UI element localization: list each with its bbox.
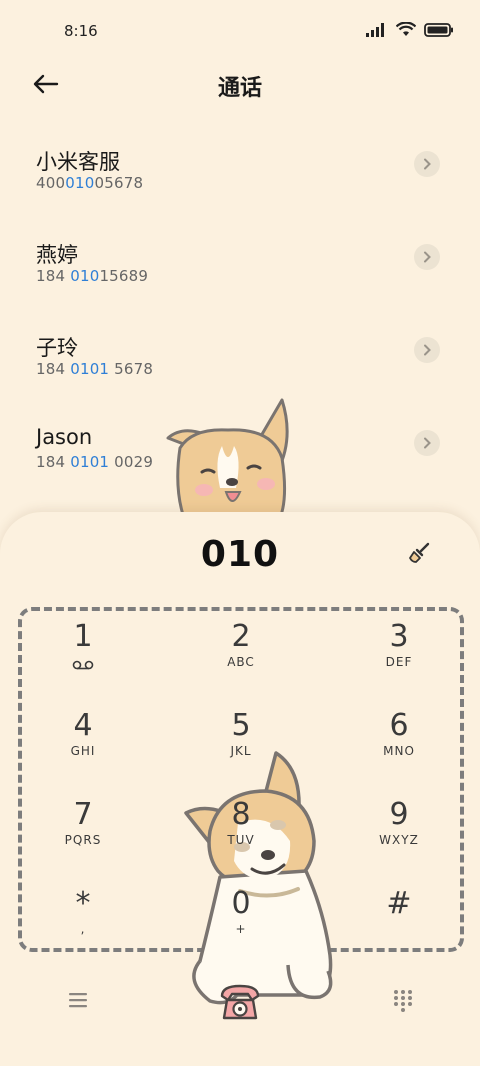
key-digit: 4 [73, 708, 93, 743]
key-letters: GHI [70, 744, 96, 758]
brush-clear-icon [409, 542, 430, 563]
bottom-nav [0, 962, 480, 1042]
phone-call-icon[interactable] [218, 980, 262, 1024]
key-3[interactable]: 3 DEF [344, 619, 454, 699]
battery-icon [424, 22, 453, 37]
chevron-right-icon [424, 251, 431, 263]
key-digit: 3 [389, 619, 409, 654]
key-digit: 6 [389, 708, 409, 743]
contact-name: 子玲 [36, 336, 78, 360]
key-5[interactable]: 5 JKL [186, 708, 296, 788]
signal-icon [366, 22, 384, 37]
chevron-right-icon [424, 437, 431, 449]
key-digit: * [75, 886, 91, 921]
key-letters: ABC [227, 655, 255, 669]
voicemail-icon [72, 660, 94, 670]
contact-name: 小米客服 [36, 150, 120, 174]
keypad-icon[interactable] [392, 988, 414, 1012]
key-digit: # [386, 886, 412, 921]
wifi-icon [396, 22, 416, 36]
contact-details-button[interactable] [414, 337, 440, 363]
chevron-right-icon [424, 344, 431, 356]
menu-icon[interactable] [66, 990, 90, 1010]
contact-number: 40001005678 [36, 174, 144, 192]
page-title: 通话 [217, 76, 262, 101]
key-letters: WXYZ [379, 833, 419, 847]
key-8[interactable]: 8 TUV [186, 797, 296, 877]
contact-details-button[interactable] [414, 430, 440, 456]
key-digit: 1 [73, 619, 93, 654]
key-6[interactable]: 6 MNO [344, 708, 454, 788]
key-hash[interactable]: # [344, 886, 454, 966]
chevron-right-icon [424, 158, 431, 170]
clear-button[interactable] [406, 540, 432, 566]
key-9[interactable]: 9 WXYZ [344, 797, 454, 877]
key-digit: 0 [231, 886, 251, 921]
key-letters: + [235, 922, 247, 936]
status-time: 8:16 [64, 22, 98, 40]
key-digit: 5 [231, 708, 251, 743]
header: 通话 [0, 62, 480, 106]
contact-details-button[interactable] [414, 244, 440, 270]
contact-item[interactable]: 子玲 184 0101 5678 [0, 316, 480, 409]
key-letters: TUV [227, 833, 255, 847]
key-letters: , [80, 922, 86, 936]
contact-details-button[interactable] [414, 151, 440, 177]
key-letters: JKL [230, 744, 252, 758]
contact-item[interactable]: 小米客服 40001005678 [0, 130, 480, 223]
key-4[interactable]: 4 GHI [28, 708, 138, 788]
status-icons [366, 22, 454, 37]
key-7[interactable]: 7 PQRS [28, 797, 138, 877]
contact-name: 燕婷 [36, 243, 78, 267]
key-2[interactable]: 2 ABC [186, 619, 296, 699]
key-digit: 7 [73, 797, 93, 832]
contact-item[interactable]: 燕婷 184 01015689 [0, 223, 480, 316]
key-0[interactable]: 0 + [186, 886, 296, 966]
key-letters: PQRS [64, 833, 102, 847]
corgi-illustration [166, 398, 289, 518]
key-digit: 2 [231, 619, 251, 654]
key-digit: 8 [231, 797, 251, 832]
key-star[interactable]: * , [28, 886, 138, 966]
key-1[interactable]: 1 [28, 619, 138, 699]
key-digit: 9 [389, 797, 409, 832]
status-bar: 8:16 [0, 0, 480, 62]
key-letters: MNO [383, 744, 415, 758]
contact-number: 184 01015689 [36, 267, 149, 285]
contact-number: 184 0101 5678 [36, 360, 154, 378]
key-letters: DEF [385, 655, 413, 669]
keypad: 1 2 ABC 3 DEF 4 GHI 5 JKL 6 MNO 7 PQRS 8… [18, 607, 464, 1007]
